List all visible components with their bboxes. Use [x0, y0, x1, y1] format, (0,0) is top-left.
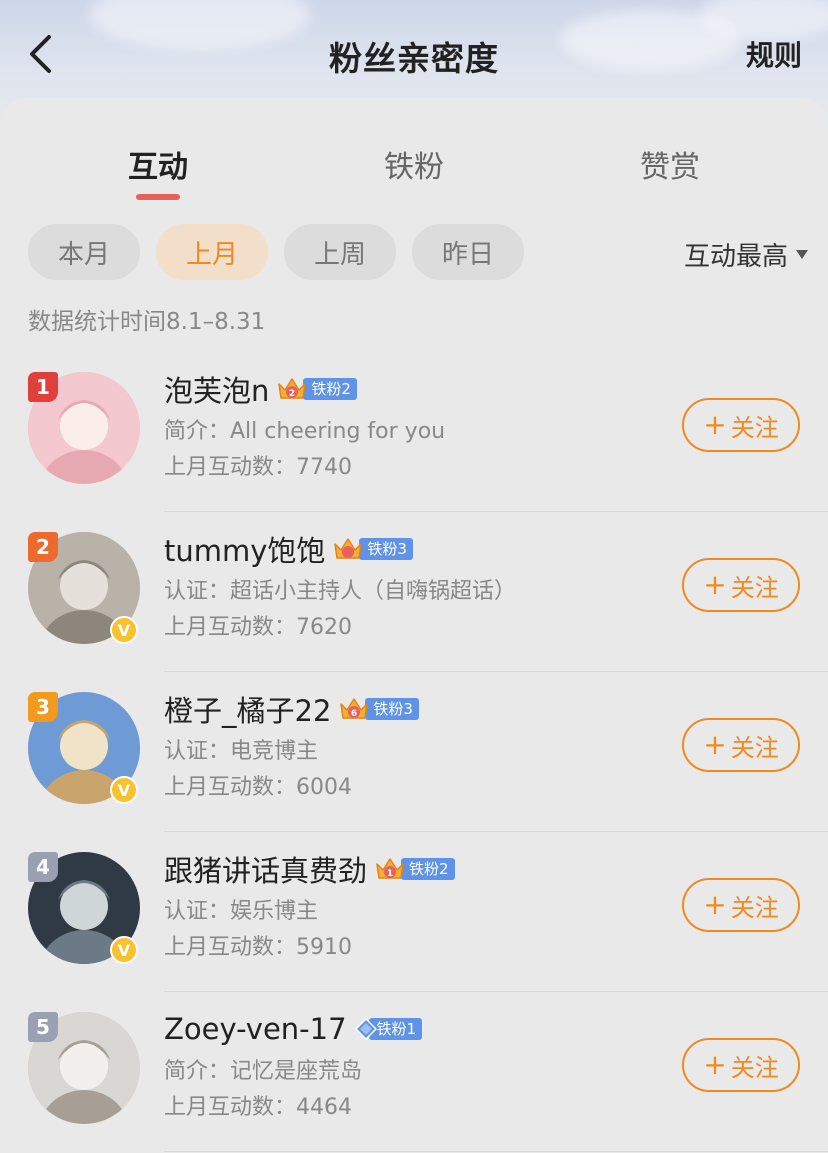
tab-interaction[interactable]: 互动 — [78, 142, 238, 186]
follow-button[interactable]: + 关注 — [682, 398, 800, 452]
verified-icon: V — [110, 776, 138, 804]
verified-icon: V — [110, 616, 138, 644]
crown-number: 2 — [289, 389, 295, 399]
plus-icon: + — [703, 1048, 727, 1081]
fan-row[interactable]: 1 泡芙泡n 2 铁粉2 简介：All cheering for you 上月互… — [0, 352, 828, 512]
interaction-count: 上月互动数：7620 — [164, 615, 352, 640]
rank-badge: 5 — [28, 1012, 58, 1042]
fan-level-label: 铁粉3 — [365, 698, 419, 720]
filter-last-month[interactable]: 上月 — [156, 224, 268, 280]
bio-text: 简介：All cheering for you — [164, 419, 446, 444]
username[interactable]: 橙子_橘子22 — [164, 688, 331, 730]
avatar-container[interactable]: 5 — [28, 1012, 140, 1124]
plus-icon: + — [703, 408, 727, 441]
follow-label: 关注 — [730, 573, 779, 602]
follow-button[interactable]: + 关注 — [682, 718, 800, 772]
fan-info: 橙子_橘子22 6 铁粉3 认证：电竞博主 上月互动数：6004 — [164, 686, 664, 804]
username[interactable]: 泡芙泡n — [164, 368, 269, 410]
fan-info: 跟猪讲话真费劲 1 铁粉2 认证：娱乐博主 上月互动数：5910 — [164, 846, 664, 964]
period-filter: 本月 上月 上周 昨日 互动最高 — [28, 224, 808, 280]
bio-text: 认证：电竞博主 — [164, 739, 319, 764]
filter-this-month[interactable]: 本月 — [28, 224, 140, 280]
crown-number: 6 — [351, 709, 357, 719]
fan-level-label: 铁粉2 — [401, 858, 455, 880]
follow-button[interactable]: + 关注 — [682, 558, 800, 612]
interaction-count: 上月互动数：5910 — [164, 935, 352, 960]
avatar-container[interactable]: 3 V — [28, 692, 140, 804]
fan-level-badge: 1 铁粉2 — [375, 855, 455, 883]
fan-row[interactable]: 3 V 橙子_橘子22 6 铁粉3 认证：电竞博主 上月互动数：6004 + 关… — [0, 672, 828, 832]
crown-icon: 2 — [278, 378, 307, 399]
bio-text: 简介：记忆是座荒岛 — [164, 1059, 363, 1084]
avatar-container[interactable]: 2 V — [28, 532, 140, 644]
fan-info: Zoey-ven-17 铁粉1 简介：记忆是座荒岛 上月互动数：4464 — [164, 1006, 664, 1124]
fan-level-label: 铁粉1 — [368, 1018, 423, 1040]
fan-row[interactable]: 2 V tummy饱饱 铁粉3 认证：超话小主持人（自嗨锅超话） 上月互动数：7… — [0, 512, 828, 672]
follow-button[interactable]: + 关注 — [682, 878, 800, 932]
row-divider — [164, 1151, 828, 1152]
sort-label: 互动最高 — [683, 242, 788, 272]
fan-row[interactable]: 4 V 跟猪讲话真费劲 1 铁粉2 认证：娱乐博主 上月互动数：5910 + 关… — [0, 832, 828, 992]
sort-dropdown[interactable]: 互动最高 — [684, 236, 808, 273]
crown-icon: 1 — [376, 858, 404, 879]
fan-info: 泡芙泡n 2 铁粉2 简介：All cheering for you 上月互动数… — [164, 366, 664, 484]
fan-level-badge: 铁粉1 — [354, 1015, 423, 1043]
filter-last-week[interactable]: 上周 — [284, 224, 396, 280]
name-line: 橙子_橘子22 6 铁粉3 — [164, 686, 664, 732]
rank-badge: 3 — [28, 692, 58, 722]
fan-level-badge: 6 铁粉3 — [339, 695, 419, 723]
fan-level-label: 铁粉3 — [359, 538, 413, 560]
follow-label: 关注 — [730, 733, 779, 762]
avatar-container[interactable]: 1 — [28, 372, 140, 484]
fan-row[interactable]: 5 Zoey-ven-17 铁粉1 简介：记忆是座荒岛 上月互动数：4464 +… — [0, 992, 828, 1152]
verified-icon: V — [110, 936, 138, 964]
interaction-count: 上月互动数：4464 — [164, 1095, 352, 1120]
follow-label: 关注 — [730, 413, 779, 442]
crown-icon: 6 — [340, 698, 369, 719]
tab-iron-fans[interactable]: 铁粉 — [334, 142, 494, 186]
active-tab-indicator — [136, 194, 180, 200]
page-title: 粉丝亲密度 — [329, 39, 499, 78]
plus-icon: + — [703, 568, 727, 601]
fan-level-badge: 铁粉3 — [333, 535, 413, 563]
rank-badge: 2 — [28, 532, 58, 562]
interaction-count: 上月互动数：6004 — [164, 775, 352, 800]
crown-number: 1 — [387, 869, 393, 879]
username[interactable]: Zoey-ven-17 — [164, 1012, 347, 1046]
filter-yesterday[interactable]: 昨日 — [412, 224, 524, 280]
rank-badge: 4 — [28, 852, 58, 882]
tab-bar: 互动 铁粉 赞赏 — [0, 142, 828, 202]
fan-info: tummy饱饱 铁粉3 认证：超话小主持人（自嗨锅超话） 上月互动数：7620 — [164, 526, 664, 644]
rules-link[interactable]: 规则 — [746, 34, 802, 74]
bio-text: 认证：娱乐博主 — [164, 899, 319, 924]
plus-icon: + — [703, 888, 727, 921]
avatar-container[interactable]: 4 V — [28, 852, 140, 964]
name-line: Zoey-ven-17 铁粉1 — [164, 1006, 664, 1052]
follow-button[interactable]: + 关注 — [682, 1038, 800, 1092]
plus-icon: + — [703, 728, 727, 761]
name-line: tummy饱饱 铁粉3 — [164, 526, 664, 572]
crown-icon — [334, 538, 363, 559]
content-card: 互动 铁粉 赞赏 本月 上月 上周 昨日 互动最高 数据统计时间8.1–8.31 — [0, 98, 828, 1153]
follow-label: 关注 — [730, 1053, 779, 1082]
stat-time-range: 数据统计时间8.1–8.31 — [28, 309, 266, 335]
rank-badge: 1 — [28, 372, 58, 402]
name-line: 跟猪讲话真费劲 1 铁粉2 — [164, 846, 664, 892]
username[interactable]: tummy饱饱 — [164, 528, 325, 570]
tab-appreciation[interactable]: 赞赏 — [590, 142, 750, 186]
name-line: 泡芙泡n 2 铁粉2 — [164, 366, 664, 412]
follow-label: 关注 — [730, 893, 779, 922]
username[interactable]: 跟猪讲话真费劲 — [164, 848, 367, 890]
diamond-icon — [354, 1018, 377, 1040]
interaction-count: 上月互动数：7740 — [164, 455, 352, 480]
fan-level-label: 铁粉2 — [303, 378, 357, 400]
caret-down-icon — [796, 250, 808, 259]
bio-text: 认证：超话小主持人（自嗨锅超话） — [164, 579, 517, 604]
fan-level-badge: 2 铁粉2 — [277, 375, 357, 403]
